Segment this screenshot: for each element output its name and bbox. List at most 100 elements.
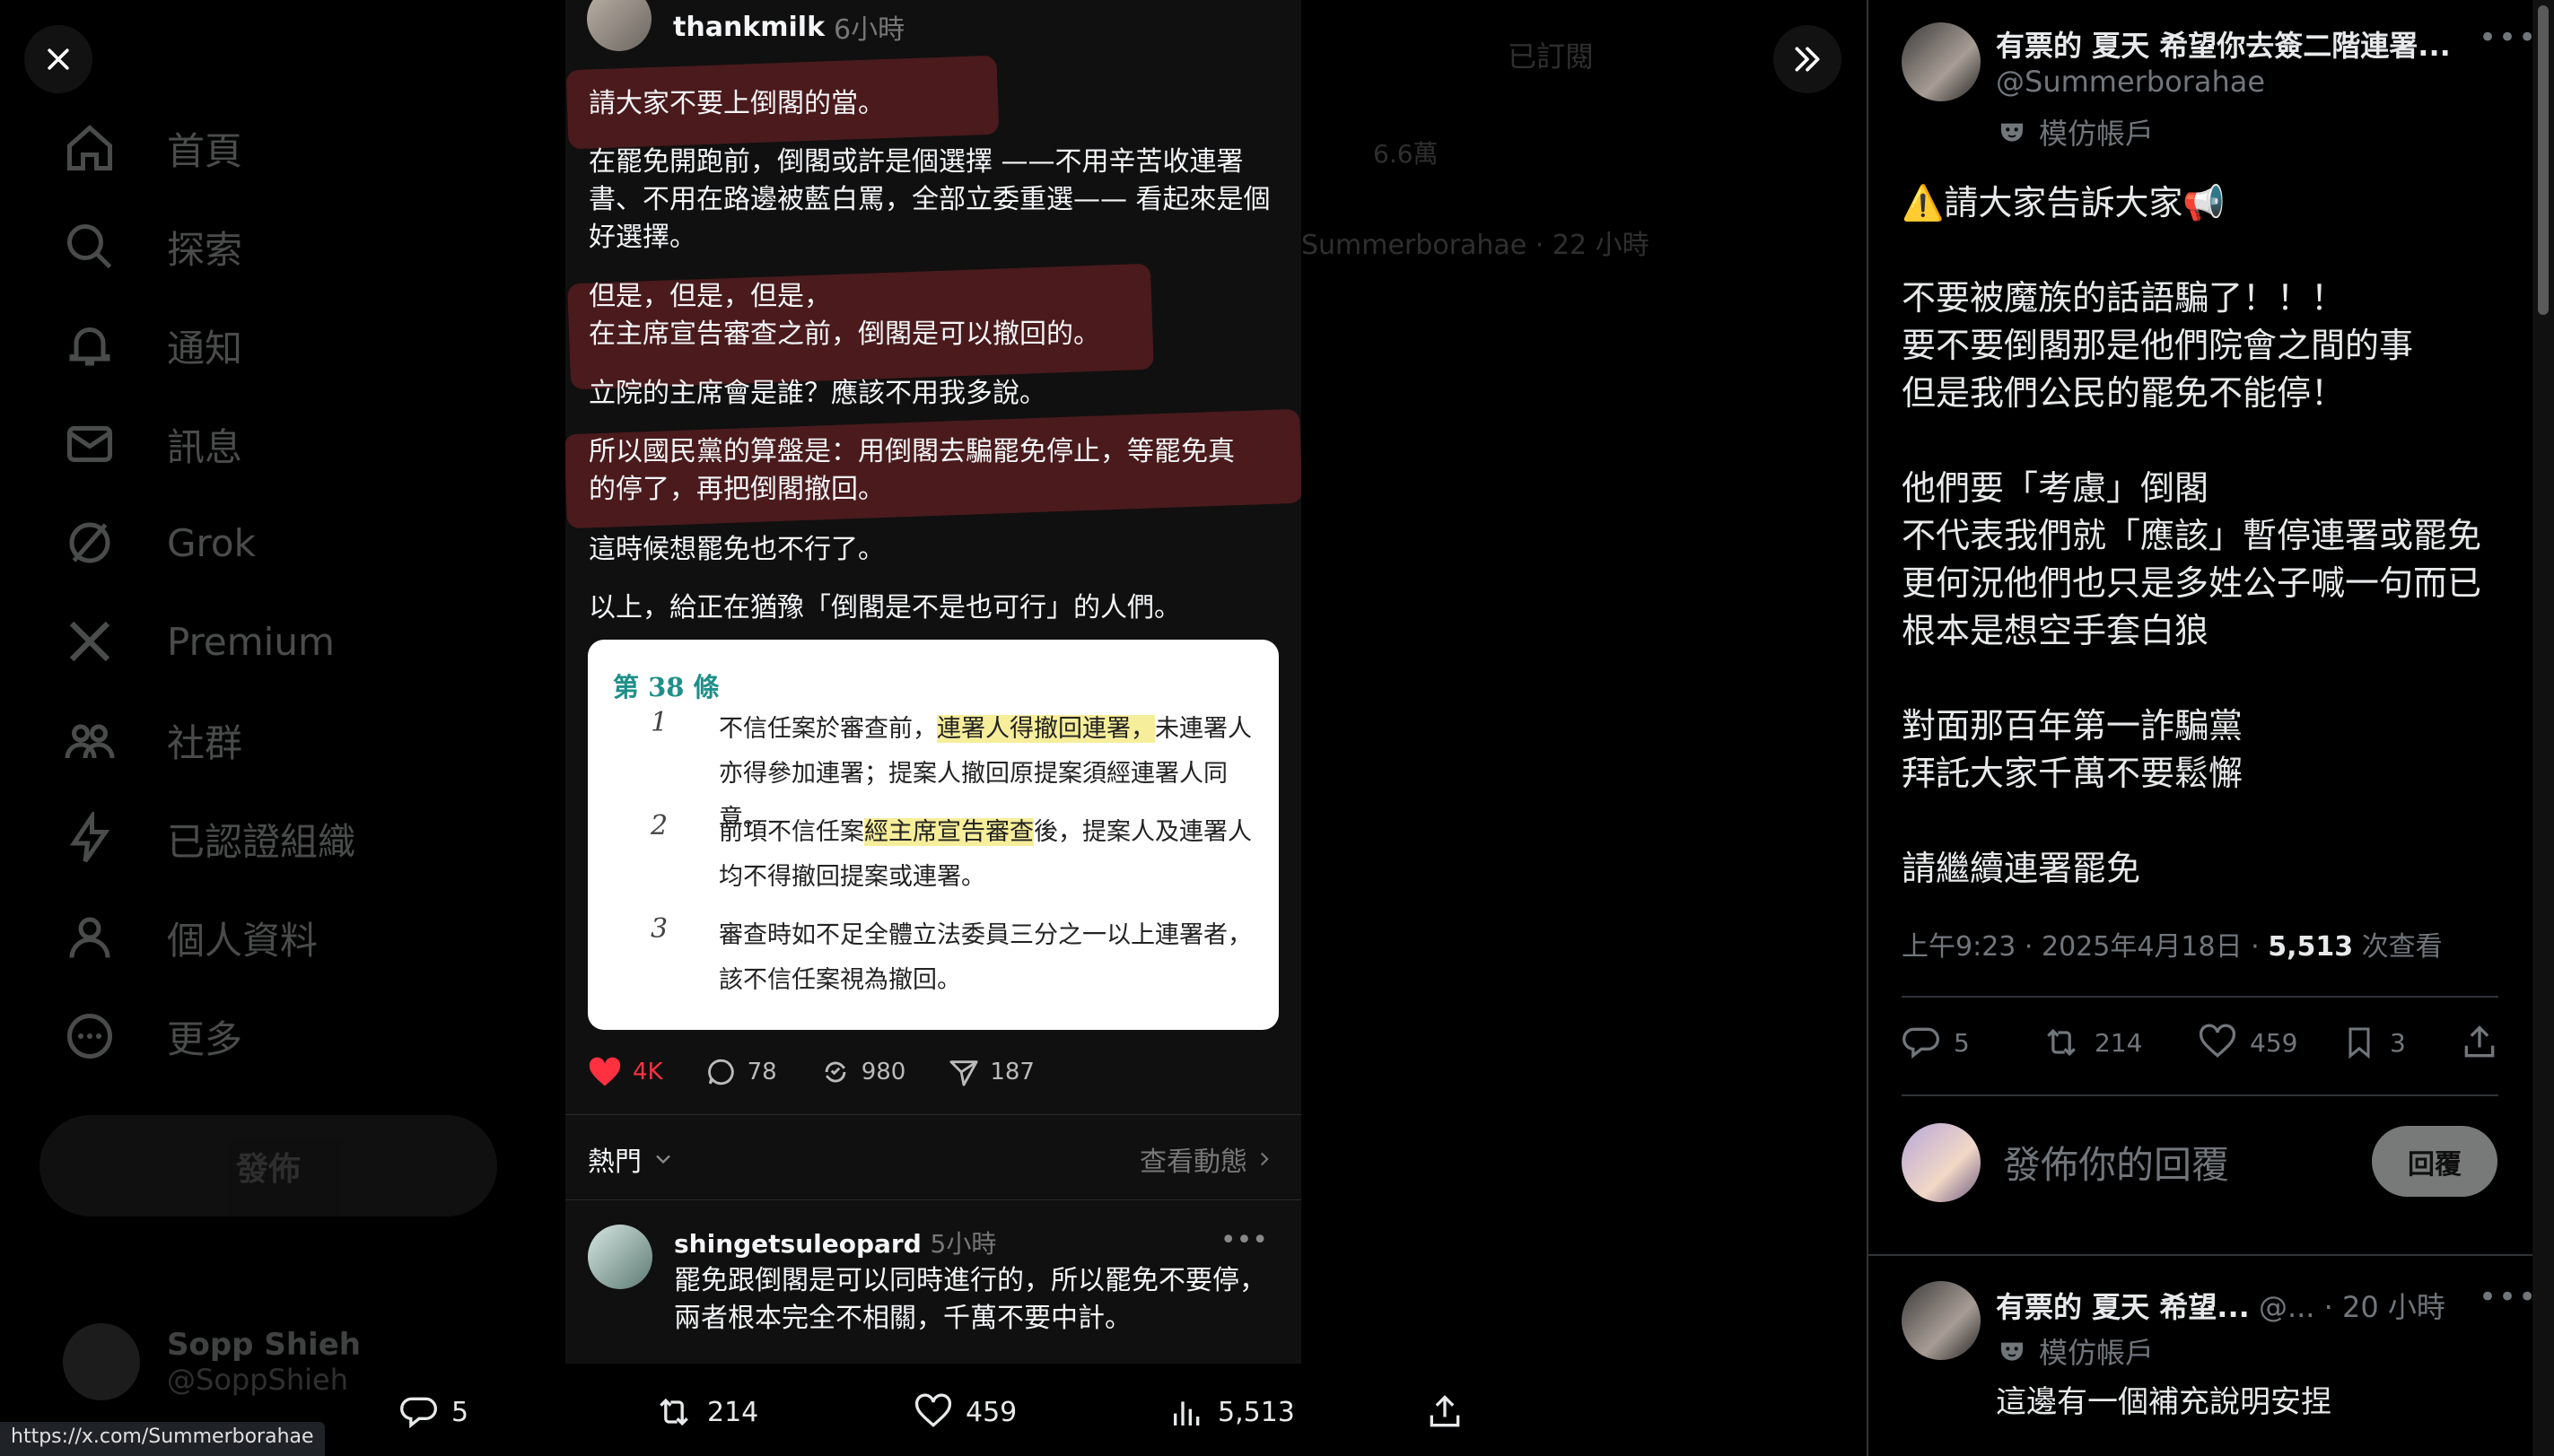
lightning-icon: [69, 812, 110, 863]
reposts-count: 980: [861, 1059, 906, 1085]
bookmark-icon: [2348, 1027, 2370, 1059]
nav-label: 個人資料: [167, 918, 319, 963]
close-icon: [48, 48, 69, 70]
image-text-line: 以上，給正在猶豫「倒閣是不是也可行」的人們。: [589, 592, 1181, 623]
person-icon: [69, 917, 110, 958]
repost-icon: [660, 1398, 688, 1426]
nav-label: 通知: [167, 326, 243, 371]
close-button[interactable]: [24, 25, 92, 93]
image-shares: 187: [949, 1057, 1035, 1087]
image-comments: 78: [706, 1057, 777, 1087]
repost-count: 214: [707, 1396, 759, 1428]
author-handle[interactable]: @Summerborahae: [1996, 65, 2265, 99]
reply-submit-button[interactable]: 回覆: [2372, 1126, 2497, 1197]
repost-button[interactable]: 214: [2041, 1023, 2142, 1062]
search-icon: [67, 224, 112, 269]
nav-grok[interactable]: Grok: [36, 493, 538, 592]
sort-text: 熱門: [588, 1146, 642, 1178]
reply-button[interactable]: 5: [1902, 1023, 1970, 1062]
image-reposts: 980: [820, 1057, 906, 1087]
shares-count: 187: [990, 1059, 1035, 1085]
clause-number: 1: [651, 707, 669, 738]
nav-verified-orgs[interactable]: 已認證組織: [36, 789, 538, 888]
nav-profile[interactable]: 個人資料: [36, 888, 538, 987]
divider: [1902, 1094, 2498, 1096]
avatar[interactable]: [1902, 22, 1981, 101]
nav-home[interactable]: 首頁: [36, 99, 538, 197]
clause-text: 前項不信任案經主席宣告審查後，提案人及連署人均不得撤回提案或連署。: [719, 810, 1275, 900]
like-button[interactable]: 459: [2198, 1023, 2297, 1062]
share-button[interactable]: [1425, 1392, 1477, 1432]
reply-button[interactable]: 5: [399, 1392, 468, 1432]
views-label: 次查看: [2353, 931, 2443, 963]
nav-premium[interactable]: Premium: [36, 592, 538, 691]
tweet-panel: 有票的 夏天 希望你去簽二階連署... ••• @Summerborahae 模…: [1867, 0, 2536, 1456]
more-options-button[interactable]: •••: [2479, 20, 2538, 56]
reply-username: shingetsuleopard: [674, 1229, 922, 1259]
views-button[interactable]: 5,513: [1169, 1392, 1295, 1432]
reply-text: 這邊有一個補充說明安捏: [1996, 1384, 2331, 1420]
image-post-header: thankmilk 6小時: [587, 0, 905, 54]
scrollbar-thumb[interactable]: [2538, 5, 2549, 315]
parody-label: 模仿帳戶: [1998, 1330, 2154, 1372]
avatar[interactable]: [1902, 1281, 1981, 1360]
nav-notifications[interactable]: 通知: [36, 296, 538, 395]
share-button[interactable]: [2460, 1023, 2512, 1062]
nav-messages[interactable]: 訊息: [36, 395, 538, 493]
tweet-time[interactable]: 上午9:23 · 2025年4月18日 ·: [1902, 931, 2268, 963]
nav-label: 探索: [167, 227, 243, 272]
avatar: [1902, 1123, 1981, 1202]
reply-line: 兩者根本完全不相關，千萬不要中計。: [674, 1303, 1132, 1334]
activity-text: 查看動態: [1140, 1146, 1247, 1178]
nav-label: Grok: [167, 520, 256, 565]
mask-icon: [2001, 123, 2023, 142]
likes-count: 4K: [633, 1059, 663, 1085]
nav-more[interactable]: 更多: [36, 987, 538, 1085]
share-icon: [1430, 1395, 1460, 1427]
post-button[interactable]: 發佈: [39, 1115, 497, 1216]
reply-header: 有票的 夏天 希望... @... · 20 小時: [1996, 1285, 2445, 1326]
nav-label: 首頁: [167, 128, 243, 173]
nav-communities[interactable]: 社群: [36, 691, 538, 789]
image-reply-text: 罷免跟倒閣是可以同時進行的，所以罷免不要停， 兩者根本完全不相關，千萬不要中計。: [674, 1262, 1284, 1338]
account-name: Sopp Shieh: [167, 1327, 361, 1363]
more-icon: •••: [1220, 1225, 1268, 1256]
analytics-icon: [1174, 1401, 1200, 1425]
clause-highlight: 連署人得撤回連署，: [937, 715, 1155, 743]
comments-count: 78: [747, 1059, 777, 1085]
reply-time: 5小時: [930, 1229, 997, 1259]
bookmark-button[interactable]: 3: [2341, 1023, 2406, 1062]
law-title: 第 38 條: [613, 672, 720, 702]
repost-icon: [825, 1061, 846, 1083]
collapse-panel-button[interactable]: [1773, 25, 1841, 93]
sidebar-nav: 首頁 探索 通知 訊息 Grok Premium 社群 已認證組織 個人資料 更…: [36, 99, 538, 1085]
mask-icon: [2001, 1342, 2023, 1361]
image-text-line: 的停了，再把倒閣撤回。: [589, 474, 885, 505]
clause-text-part: 前項不信任案: [719, 818, 864, 846]
image-sort-label: 熱門: [588, 1139, 676, 1179]
chevron-down-icon: [656, 1155, 670, 1164]
nav-label: 已認證組織: [167, 819, 356, 864]
image-text-line: 但是，但是，但是，: [589, 281, 831, 312]
heart-filled-icon: [589, 1057, 621, 1086]
communities-icon: [65, 724, 115, 759]
reply-count: 5: [1954, 1027, 1970, 1058]
image-likes: 4K: [588, 1057, 663, 1087]
reply-author-name[interactable]: 有票的 夏天 希望...: [1996, 1290, 2250, 1324]
more-options-button[interactable]: •••: [2479, 1279, 2538, 1315]
repost-button[interactable]: 214: [653, 1392, 758, 1432]
nav-explore[interactable]: 探索: [36, 197, 538, 296]
like-button[interactable]: 459: [914, 1392, 1017, 1432]
heart-icon: [2199, 1024, 2236, 1058]
subscribed-label: 已訂閱: [1508, 39, 1595, 74]
image-reply-header: shingetsuleopard 5小時: [674, 1225, 996, 1260]
author-name[interactable]: 有票的 夏天 希望你去簽二階連署...: [1996, 23, 2451, 65]
more-circle-icon: [67, 1014, 112, 1059]
parody-text: 模仿帳戶: [2039, 1336, 2155, 1370]
scrollbar[interactable]: [2532, 0, 2554, 1456]
reply-input[interactable]: 發佈你的回覆: [2003, 1135, 2229, 1190]
comment-icon: [400, 1397, 437, 1429]
views-count: 5,513: [1218, 1396, 1295, 1428]
law-article-card: 第 38 條 1 不信任案於審查前，連署人得撤回連署，未連署人亦得參加連署；提案…: [588, 640, 1279, 1030]
image-activity-link: 查看動態: [1140, 1139, 1276, 1179]
